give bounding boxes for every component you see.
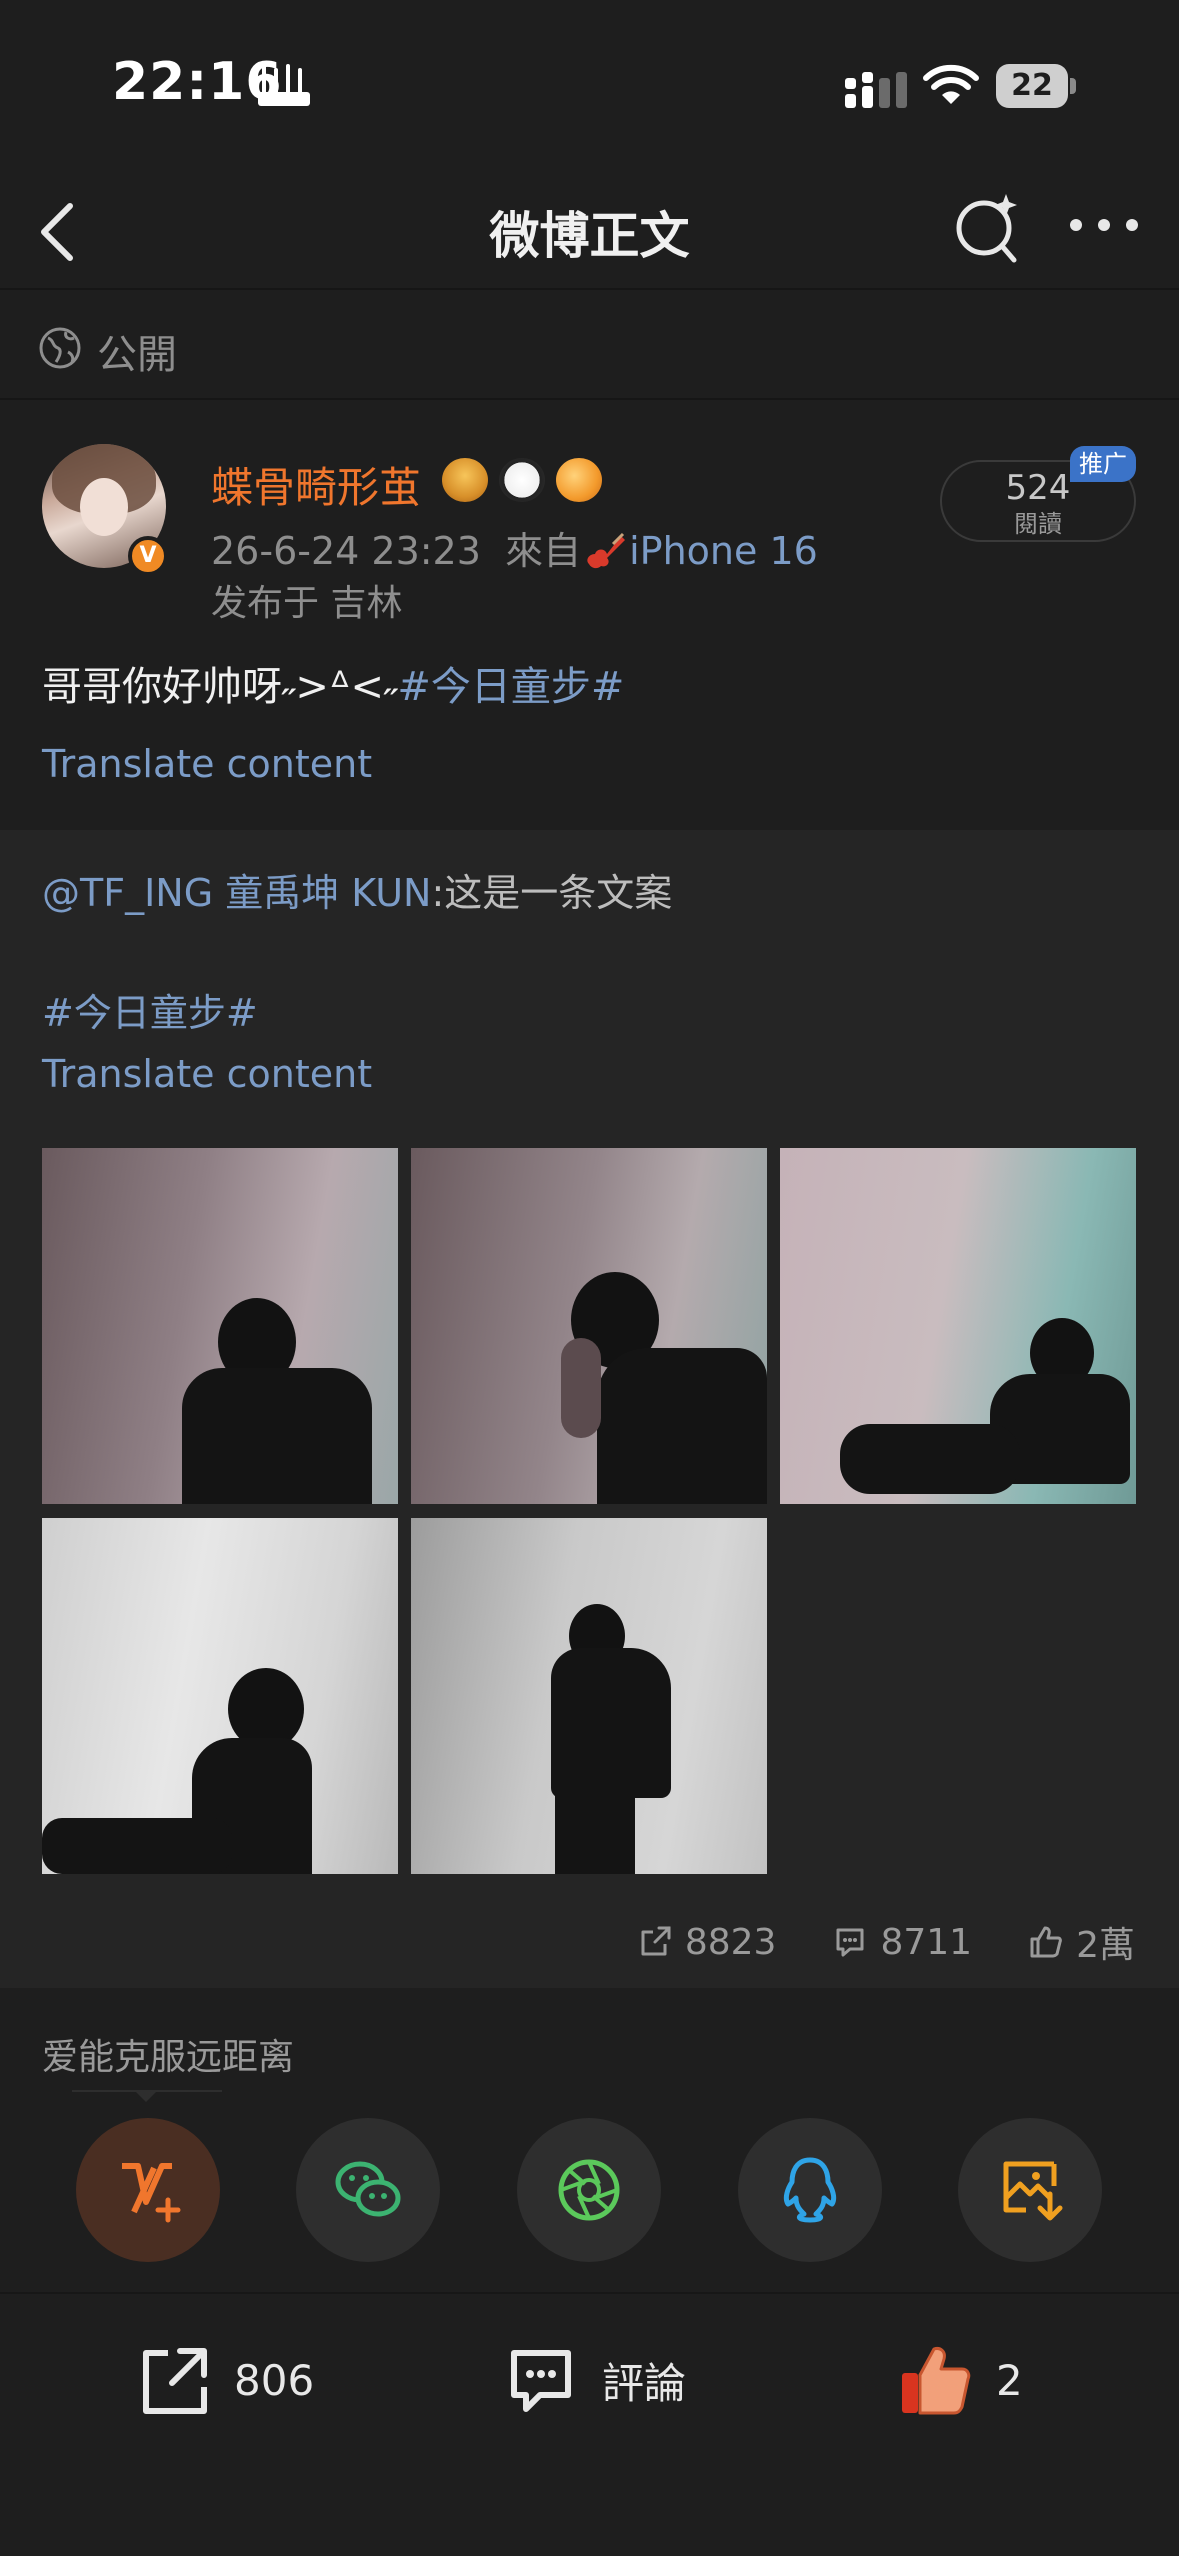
repost-share-stat[interactable]: 8823 <box>637 1921 777 1963</box>
more-icon[interactable] <box>1066 210 1142 240</box>
panda-badge-icon[interactable] <box>499 458 546 502</box>
repost-text: @TF_ING 童禹坤 KUN:这是一条文案 <box>42 862 672 917</box>
nav-bar: 微博正文 <box>0 170 1179 290</box>
comment-label: 評論 <box>602 2358 687 2408</box>
promo-badge[interactable]: 推广 <box>1070 446 1136 482</box>
search-sparkle-icon[interactable] <box>952 190 1022 266</box>
share-weibo-button[interactable] <box>76 2118 220 2262</box>
repost-count-label: 806 <box>234 2355 315 2405</box>
source-prefix: 來自 <box>505 529 582 573</box>
post-text: 哥哥你好帅呀˶>ᐞ<˶#今日童步# <box>42 654 624 712</box>
post-hashtag[interactable]: #今日童步# <box>397 664 624 710</box>
post-date: 26-6-24 23:23 <box>211 529 481 573</box>
post-device[interactable]: iPhone 16 <box>629 529 818 573</box>
battery-level: 22 <box>1011 68 1053 103</box>
like-button[interactable]: 2 <box>896 2338 1023 2422</box>
share-qq-button[interactable] <box>738 2118 882 2262</box>
guitar-icon <box>587 532 626 569</box>
repost-count: 8823 <box>684 1921 777 1963</box>
photo-thumbnail[interactable] <box>780 1148 1136 1504</box>
repost-like-stat[interactable]: 2萬 <box>1028 1916 1135 1968</box>
cellular-signal-icon <box>845 72 907 108</box>
globe-icon <box>39 327 81 369</box>
visibility-row: 公開 <box>0 292 1179 400</box>
verified-badge-icon: V <box>128 536 168 576</box>
moments-icon <box>558 2159 620 2221</box>
repost-stats: 8823 8711 2萬 <box>637 1916 1135 1968</box>
like-icon <box>1030 1926 1062 1958</box>
repost-hashtag[interactable]: #今日童步# <box>42 982 258 1037</box>
repost-icon <box>143 2348 207 2414</box>
battery-icon: 22 <box>996 64 1076 108</box>
save-image-icon <box>1003 2161 1063 2221</box>
photo-thumbnail[interactable] <box>42 1148 398 1504</box>
comment-icon <box>511 2350 571 2412</box>
action-bar: 806 評論 2 <box>0 2292 1179 2556</box>
user-badges[interactable] <box>442 458 608 502</box>
share-panel: 爱能克服远距离 <box>0 1990 1179 2290</box>
comment-icon <box>836 1928 864 1957</box>
reads-label: 閱讀 <box>1014 510 1062 538</box>
repost-comment-count: 8711 <box>880 1921 973 1963</box>
share-hint: 爱能克服远距离 <box>42 2037 295 2078</box>
fish-badge-icon[interactable] <box>556 458 603 502</box>
like-icon <box>902 2347 971 2415</box>
repost-body: :这是一条文案 <box>431 871 673 915</box>
photo-thumbnail[interactable] <box>42 1518 398 1874</box>
wechat-icon <box>335 2161 401 2217</box>
weibo-v-plus-icon <box>122 2163 181 2223</box>
translate-link[interactable]: Translate content <box>42 742 372 786</box>
sound-indicator-icon <box>258 64 310 106</box>
status-bar: 22:16 22 <box>0 0 1179 170</box>
crown-badge-icon[interactable] <box>442 458 488 502</box>
repost-translate-link[interactable]: Translate content <box>42 1052 372 1096</box>
share-moments-button[interactable] <box>517 2118 661 2262</box>
username[interactable]: 蝶骨畸形茧 <box>211 454 421 515</box>
post-location: 发布于 吉林 <box>211 583 403 624</box>
qq-icon <box>783 2157 837 2223</box>
post-card: V 蝶骨畸形茧 26-6-24 23:23 來自 iPhone 16 发布于 吉林… <box>0 402 1179 828</box>
hint-pointer <box>134 2090 158 2102</box>
post-meta: 26-6-24 23:23 來自 iPhone 16 <box>211 520 818 575</box>
visibility-label: 公開 <box>97 332 177 378</box>
save-image-button[interactable] <box>958 2118 1102 2262</box>
repost-like-count: 2萬 <box>1076 1925 1135 1966</box>
share-wechat-button[interactable] <box>296 2118 440 2262</box>
repost-icon <box>641 1926 671 1956</box>
post-body: 哥哥你好帅呀˶>ᐞ<˶ <box>42 664 398 710</box>
reposted-content[interactable]: @TF_ING 童禹坤 KUN:这是一条文案 #今日童步# Translate … <box>0 830 1179 1988</box>
wifi-icon <box>923 64 979 104</box>
like-count-label: 2 <box>996 2355 1023 2405</box>
repost-comment-stat[interactable]: 8711 <box>832 1922 972 1963</box>
comment-button[interactable]: 評論 <box>502 2338 686 2422</box>
repost-button[interactable]: 806 <box>134 2338 314 2422</box>
repost-mention[interactable]: @TF_ING 童禹坤 KUN <box>42 871 431 915</box>
photo-thumbnail[interactable] <box>411 1518 767 1874</box>
photo-thumbnail[interactable] <box>411 1148 767 1504</box>
